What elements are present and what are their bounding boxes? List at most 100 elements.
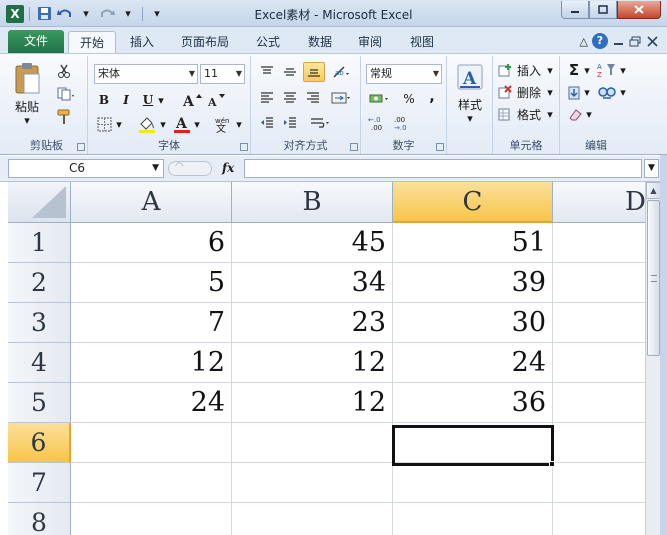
fill-dropdown-icon[interactable]: ▾ — [582, 84, 592, 100]
clipboard-launcher-icon[interactable] — [77, 143, 85, 151]
delete-dropdown-icon[interactable]: ▾ — [545, 84, 555, 100]
number-format-select[interactable]: 常规 ▼ — [366, 64, 442, 84]
phonetic-dropdown-icon[interactable]: ▾ — [234, 115, 244, 133]
paste-icon[interactable] — [10, 60, 44, 96]
merge-center-icon[interactable] — [329, 89, 353, 107]
cell-b4[interactable]: 12 — [232, 343, 393, 383]
autosum-dropdown-icon[interactable]: ▾ — [582, 62, 592, 78]
orientation-icon[interactable]: ab — [329, 63, 353, 81]
insert-function-icon[interactable]: fx — [222, 161, 234, 175]
delete-cells-button[interactable]: 删除 — [513, 84, 545, 100]
align-left-icon[interactable] — [257, 89, 277, 107]
cell-a1[interactable]: 6 — [71, 223, 232, 263]
close-button[interactable] — [617, 1, 661, 19]
number-launcher-icon[interactable] — [436, 143, 444, 151]
row-header-5[interactable]: 5 — [8, 383, 71, 423]
italic-button[interactable]: I — [118, 91, 134, 109]
autosum-icon[interactable]: Σ — [566, 61, 582, 79]
borders-icon[interactable] — [94, 115, 114, 133]
font-color-icon[interactable]: A — [172, 114, 192, 134]
font-size-select[interactable]: 11 ▼ — [200, 64, 245, 84]
row-header-3[interactable]: 3 — [8, 303, 71, 343]
fill-icon[interactable] — [566, 84, 582, 102]
formula-input[interactable] — [244, 159, 642, 178]
decrease-indent-icon[interactable] — [257, 114, 277, 132]
minimize-ribbon-icon[interactable]: △ — [580, 35, 588, 48]
cell-d2[interactable] — [553, 263, 645, 303]
cell-b2[interactable]: 34 — [232, 263, 393, 303]
cell-b5[interactable]: 12 — [232, 383, 393, 423]
row-header-2[interactable]: 2 — [8, 263, 71, 303]
row-header-1[interactable]: 1 — [8, 223, 71, 263]
cell-a2[interactable]: 5 — [71, 263, 232, 303]
paste-dropdown-icon[interactable]: ▾ — [20, 114, 34, 127]
tab-home[interactable]: 开始 — [68, 31, 116, 53]
tab-formulas[interactable]: 公式 — [248, 31, 288, 53]
format-dropdown-icon[interactable]: ▾ — [545, 106, 555, 122]
borders-dropdown-icon[interactable]: ▾ — [114, 115, 124, 133]
alignment-launcher-icon[interactable] — [350, 143, 358, 151]
column-header-a[interactable]: A — [71, 182, 232, 223]
clear-icon[interactable] — [566, 106, 584, 124]
cell-d8[interactable] — [553, 503, 645, 535]
expand-formula-bar-icon[interactable]: ▼ — [644, 159, 659, 178]
increase-decimal-icon[interactable]: ←.0.00 — [367, 114, 391, 132]
cell-c7[interactable] — [393, 463, 553, 503]
cell-a3[interactable]: 7 — [71, 303, 232, 343]
row-header-7[interactable]: 7 — [8, 463, 71, 503]
cell-c4[interactable]: 24 — [393, 343, 553, 383]
format-cells-icon[interactable] — [497, 106, 513, 122]
cell-d6[interactable] — [553, 423, 645, 463]
scrollbar-thumb[interactable] — [647, 200, 660, 356]
delete-cells-icon[interactable] — [497, 84, 513, 100]
bold-button[interactable]: B — [96, 91, 112, 109]
tab-view[interactable]: 视图 — [401, 31, 443, 53]
increase-indent-icon[interactable] — [280, 114, 300, 132]
row-header-8[interactable]: 8 — [8, 503, 71, 535]
find-select-dropdown-icon[interactable]: ▾ — [618, 84, 628, 100]
font-launcher-icon[interactable] — [240, 143, 248, 151]
underline-button[interactable]: U — [140, 91, 156, 109]
insert-cells-icon[interactable] — [497, 62, 513, 78]
sort-filter-icon[interactable]: AZ — [596, 61, 618, 79]
column-header-c[interactable]: C — [393, 182, 553, 223]
tab-data[interactable]: 数据 — [300, 31, 340, 53]
cell-c8[interactable] — [393, 503, 553, 535]
row-header-4[interactable]: 4 — [8, 343, 71, 383]
fill-color-icon[interactable] — [136, 114, 158, 134]
styles-dropdown-icon[interactable]: ▾ — [463, 112, 477, 125]
insert-dropdown-icon[interactable]: ▾ — [545, 62, 555, 78]
tab-insert[interactable]: 插入 — [122, 31, 162, 53]
decrease-font-icon[interactable]: A — [206, 91, 228, 109]
find-select-icon[interactable] — [596, 84, 618, 102]
copy-icon[interactable] — [54, 85, 78, 103]
doc-restore-icon[interactable] — [629, 36, 642, 47]
decrease-decimal-icon[interactable]: .00 →.0 — [393, 114, 417, 132]
currency-icon[interactable] — [367, 90, 393, 108]
cell-a4[interactable]: 12 — [71, 343, 232, 383]
column-header-b[interactable]: B — [232, 182, 393, 223]
cell-a6[interactable] — [71, 423, 232, 463]
wrap-text-icon[interactable] — [307, 114, 333, 132]
align-bottom-icon[interactable] — [303, 62, 325, 82]
align-right-icon[interactable] — [303, 89, 323, 107]
phonetic-icon[interactable]: wén 文 — [212, 114, 234, 134]
align-middle-icon[interactable] — [280, 63, 300, 81]
row-header-6[interactable]: 6 — [8, 423, 71, 463]
align-center-icon[interactable] — [280, 89, 300, 107]
font-color-dropdown-icon[interactable]: ▾ — [192, 115, 202, 133]
cell-d5[interactable] — [553, 383, 645, 423]
paste-button[interactable]: 粘贴 — [10, 98, 44, 114]
name-box[interactable]: C6 ▼ — [8, 159, 164, 178]
cell-b1[interactable]: 45 — [232, 223, 393, 263]
format-painter-icon[interactable] — [54, 108, 74, 126]
cell-a7[interactable] — [71, 463, 232, 503]
cell-c1[interactable]: 51 — [393, 223, 553, 263]
tab-file[interactable]: 文件 — [8, 30, 64, 53]
cell-d7[interactable] — [553, 463, 645, 503]
fill-color-dropdown-icon[interactable]: ▾ — [158, 115, 168, 133]
clear-dropdown-icon[interactable]: ▾ — [584, 106, 594, 122]
cell-a8[interactable] — [71, 503, 232, 535]
help-icon[interactable]: ? — [592, 33, 608, 49]
doc-close-icon[interactable] — [646, 35, 659, 47]
